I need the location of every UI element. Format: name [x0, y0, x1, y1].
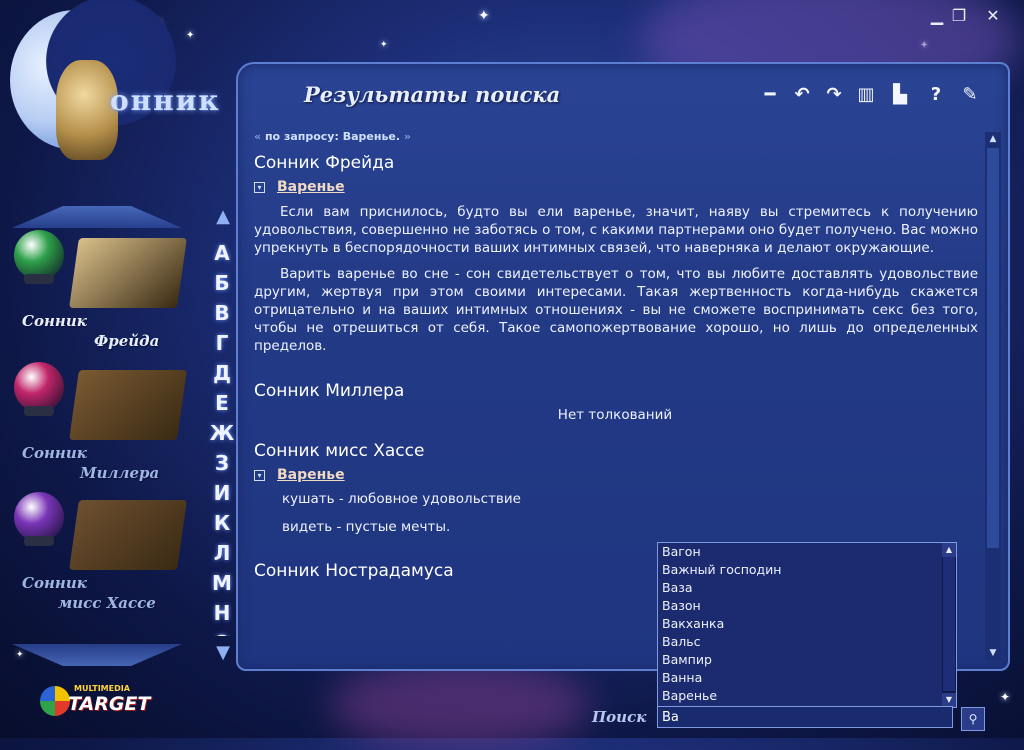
- shelf-divider: [12, 206, 182, 228]
- alphabet-scroll-down-button[interactable]: ▼: [210, 642, 236, 664]
- alphabet-letter[interactable]: Н: [207, 598, 237, 628]
- minimize-button[interactable]: ▁: [926, 6, 948, 25]
- query-text: по запросу: Варенье.: [264, 130, 401, 143]
- print-icon[interactable]: ▙: [888, 83, 912, 107]
- dream-book-item[interactable]: Сонник мисс Хассе: [14, 492, 187, 612]
- alphabet-scroll-up-button[interactable]: ▲: [210, 206, 236, 228]
- star-decoration: ✦: [1000, 690, 1011, 704]
- suggestion-item[interactable]: Вакханка: [658, 615, 956, 633]
- suggestion-item[interactable]: Вальс: [658, 633, 956, 651]
- suggestion-item[interactable]: Важный господин: [658, 561, 956, 579]
- freud-word-link[interactable]: Варенье: [277, 179, 345, 195]
- hasse-line: видеть - пустые мечты.: [282, 519, 451, 535]
- search-button[interactable]: ⚲: [961, 707, 985, 731]
- scroll-down-arrow-icon[interactable]: ▼: [942, 693, 956, 707]
- search-label: Поиск: [592, 708, 647, 726]
- alphabet-letter[interactable]: Д: [207, 358, 237, 388]
- nebula-decoration: [330, 660, 590, 750]
- star-decoration: ✦: [380, 40, 388, 50]
- book-title-line1: Сонник: [22, 574, 87, 592]
- book-title-line1: Сонник: [22, 444, 87, 462]
- miller-heading: Сонник Миллера: [254, 381, 405, 401]
- hasse-word-row[interactable]: ▾ Варенье: [254, 467, 984, 483]
- star-decoration: ✦: [478, 8, 490, 24]
- book-icon: [69, 500, 187, 570]
- alphabet-letter[interactable]: Л: [207, 538, 237, 568]
- logo-text: онник: [110, 84, 221, 117]
- hasse-line: кушать - любовное удовольствие: [282, 491, 521, 507]
- suggestion-item[interactable]: Ванна: [658, 669, 956, 687]
- edit-icon[interactable]: ✎: [958, 83, 982, 107]
- freud-heading: Сонник Фрейда: [254, 153, 395, 173]
- book-title-line2: Миллера: [80, 464, 160, 482]
- freud-paragraph: Варить варенье во сне - сон свидетельств…: [254, 266, 978, 354]
- alphabet-letter[interactable]: Г: [207, 328, 237, 358]
- crystal-ball-icon: [14, 230, 64, 280]
- shelf-divider: [12, 644, 182, 666]
- help-icon[interactable]: ?: [924, 83, 948, 107]
- crystal-ball-icon: [14, 362, 64, 412]
- hasse-word-link[interactable]: Варенье: [277, 467, 345, 483]
- suggestion-item[interactable]: Варенье: [658, 687, 956, 705]
- alphabet-letter[interactable]: А: [207, 238, 237, 268]
- alphabet-letter[interactable]: М: [207, 568, 237, 598]
- alphabet-letter[interactable]: И: [207, 478, 237, 508]
- content-scrollbar[interactable]: ▲ ▼: [985, 132, 1001, 660]
- restore-button[interactable]: ❐: [948, 6, 970, 25]
- suggestion-scrollbar[interactable]: ▲ ▼: [942, 543, 956, 707]
- minus-icon[interactable]: ━: [758, 83, 782, 107]
- scroll-up-arrow-icon[interactable]: ▲: [985, 132, 1001, 146]
- book-icon[interactable]: ▥: [854, 83, 878, 107]
- collapse-icon[interactable]: ▾: [254, 470, 265, 481]
- scroll-thumb[interactable]: [987, 148, 999, 548]
- alphabet-letter[interactable]: Ж: [207, 418, 237, 448]
- freud-paragraph: Если вам приснилось, будто вы ели варень…: [254, 204, 978, 256]
- book-icon: [69, 370, 187, 440]
- brand-name: TARGET: [68, 693, 151, 715]
- dream-book-item[interactable]: Сонник Миллера: [14, 362, 187, 482]
- alphabet-letter[interactable]: Е: [207, 388, 237, 418]
- freud-word-row[interactable]: ▾ Варенье: [254, 179, 984, 195]
- search-input[interactable]: [657, 706, 953, 728]
- target-mark-icon: [40, 686, 70, 716]
- book-title-line2: мисс Хассе: [58, 594, 156, 612]
- scroll-thumb[interactable]: [943, 557, 955, 691]
- alphabet-letter[interactable]: Б: [207, 268, 237, 298]
- panel-title: Результаты поиска: [304, 82, 561, 107]
- book-title-line2: Фрейда: [94, 332, 160, 350]
- alphabet-letter[interactable]: К: [207, 508, 237, 538]
- suggestion-item[interactable]: Вампир: [658, 651, 956, 669]
- undo-icon[interactable]: ↶: [790, 83, 814, 107]
- star-decoration: ✦: [16, 650, 24, 660]
- book-icon: [69, 238, 187, 308]
- chevron-left-icon: «: [254, 130, 262, 143]
- scroll-up-arrow-icon[interactable]: ▲: [942, 543, 956, 557]
- angel-icon: [56, 60, 118, 160]
- miller-no-results: Нет толкований: [557, 407, 673, 423]
- suggestion-list: Вагон Важный господин Ваза Вазон Вакханка Вал…: [657, 542, 957, 708]
- brand-subtitle: MULTIMEDIA: [74, 684, 130, 693]
- book-title-line1: Сонник: [22, 312, 87, 330]
- magnifier-icon: ⚲: [968, 712, 978, 726]
- target-logo: MULTIMEDIA TARGET: [40, 684, 160, 720]
- crystal-ball-icon: [14, 492, 64, 542]
- suggestion-item[interactable]: Вагон: [658, 543, 956, 561]
- scroll-down-arrow-icon[interactable]: ▼: [985, 646, 1001, 660]
- alphabet-letter[interactable]: З: [207, 448, 237, 478]
- suggestion-item[interactable]: Ваза: [658, 579, 956, 597]
- alphabet-letter[interactable]: В: [207, 298, 237, 328]
- redo-icon[interactable]: ↷: [822, 83, 846, 107]
- suggestion-item[interactable]: Вазон: [658, 597, 956, 615]
- collapse-icon[interactable]: ▾: [254, 182, 265, 193]
- query-line: « по запросу: Варенье. »: [254, 130, 984, 143]
- chevron-right-icon: »: [403, 130, 411, 143]
- dream-book-item[interactable]: Сонник Фрейда: [14, 230, 187, 350]
- alphabet-letter[interactable]: О: [207, 628, 237, 636]
- star-decoration: ✦: [186, 30, 195, 41]
- hasse-heading: Сонник мисс Хассе: [254, 441, 425, 461]
- alphabet-index: АБВГДЕЖЗИКЛМНО: [207, 238, 237, 636]
- close-button[interactable]: ✕: [982, 6, 1004, 25]
